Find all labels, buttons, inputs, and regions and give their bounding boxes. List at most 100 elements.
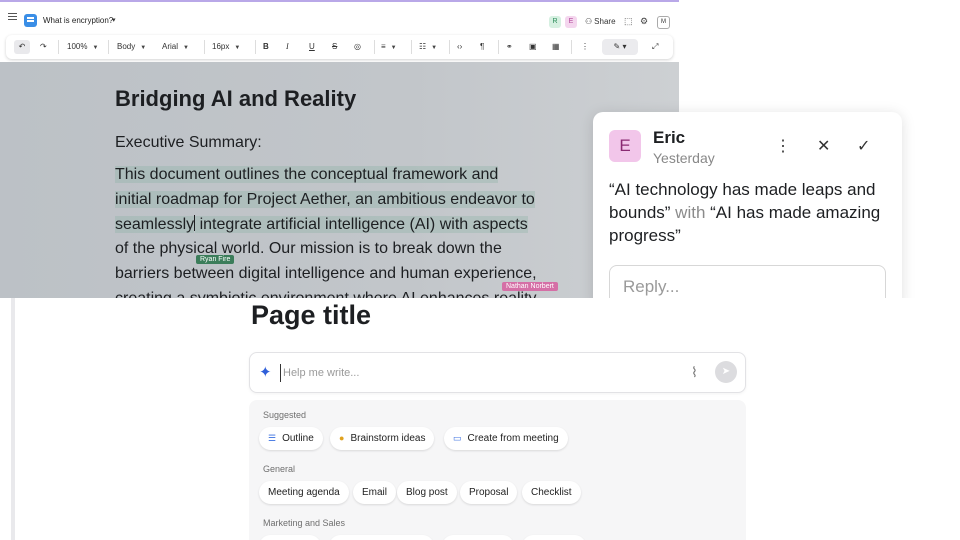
send-icon[interactable]: ➤ [715,361,737,383]
divider [108,40,109,54]
section-label-suggested: Suggested [263,410,307,420]
list-icon[interactable]: ☷ ▼ [419,40,437,54]
divider [411,40,412,54]
bold-icon[interactable]: B [263,40,269,54]
comment-clip: E Eric Yesterday ⋮ ✕ ✓ “AI technology ha… [580,100,920,298]
sparkle-icon: ✦ [259,364,272,381]
chevron-down-icon: ▼ [234,45,241,51]
zoom-select[interactable]: 100% ▼ [67,40,98,54]
pen-icon[interactable]: ✎ ▾ [602,39,638,55]
close-icon[interactable]: ✕ [817,136,830,156]
chip-blog-post[interactable]: Blog post [397,481,457,504]
collaborator-avatar-r[interactable]: R [549,16,561,28]
collaborator-avatar-e[interactable]: E [565,16,577,28]
strikethrough-icon[interactable]: S [332,40,337,54]
link-icon[interactable]: ⚭ [506,40,513,54]
chip-placeholder[interactable] [522,535,586,540]
chip-email[interactable]: Email [353,481,397,504]
style-select[interactable]: Body ▼ [117,40,146,54]
cursor-label-ryan: Ryan Fire [196,255,235,264]
image-icon[interactable]: ▣ [529,40,537,54]
comment-card: E Eric Yesterday ⋮ ✕ ✓ “AI technology ha… [593,112,902,298]
more-icon[interactable]: ⋮ [775,136,791,156]
divider [204,40,205,54]
section-label-marketing: Marketing and Sales [263,518,346,528]
chip-placeholder[interactable] [259,535,321,540]
chip-brainstorm[interactable]: ● Brainstorm ideas [330,427,435,450]
doc-title[interactable]: What is encryption? [43,16,113,25]
divider [58,40,59,54]
zoom-value: 100% [67,42,88,51]
divider [498,40,499,54]
with-word: with [675,203,706,222]
share-button[interactable]: ⚇ Share [585,17,616,26]
user-avatar[interactable]: M [657,16,670,29]
list-icon: ☰ [268,433,277,443]
chip-checklist[interactable]: Checklist [522,481,581,504]
formatting-toolbar: ↶ ↷ 100% ▼ Body ▼ Arial ▼ 16px ▼ B I U S ◎ ≡… [6,35,673,59]
chip-placeholder[interactable] [442,535,514,540]
comment-author: Eric [653,128,686,147]
page-title[interactable]: Page title [251,300,371,331]
code-icon[interactable]: ‹› [457,40,462,54]
para-line: This document outlines the conceptual fr… [115,166,499,183]
gear-icon[interactable]: ⚙ [640,16,648,27]
ai-prompt-box: ✦ ⌇ ➤ [249,352,746,393]
chip-proposal[interactable]: Proposal [460,481,518,504]
doc-icon [24,14,37,27]
avatar: E [609,130,641,162]
style-value: Body [117,42,136,51]
suggestions-panel: Suggested ☰ Outline ● Brainstorm ideas ▭ Cr… [249,400,746,540]
share-icon: ⚇ [585,17,593,26]
lower-page: Page title ✦ ⌇ ➤ Suggested ☰Outline ●Bra… [0,298,960,540]
menu-icon[interactable] [8,13,17,22]
chevron-down-icon: ▼ [140,45,147,51]
chevron-down-icon: ▼ [92,45,99,51]
paperclip-icon[interactable]: ⌇ [691,364,698,381]
table-icon[interactable]: ▦ [552,40,560,54]
para-line: barriers between digital intelligence an… [115,265,537,283]
divider [449,40,450,54]
doc-paragraph[interactable]: This document outlines the conceptual fr… [115,163,567,298]
document-canvas[interactable]: Bridging AI and Reality Executive Summar… [0,62,679,298]
chevron-down-icon: ▼ [183,45,189,51]
redo-icon[interactable]: ↷ [40,40,47,54]
align-icon[interactable]: ≡ ▼ [381,40,397,54]
para-line: seamlessly integrate artificial intellig… [115,214,528,233]
chip-meeting-agenda[interactable]: Meeting agenda [259,481,349,504]
italic-icon[interactable]: I [286,40,289,54]
undo-icon[interactable]: ↶ [14,40,30,54]
paint-icon[interactable]: ◎ [354,40,361,54]
underline-icon[interactable]: U [309,40,315,54]
editor-window: What is encryption? ▾ R E ⚇ Share ⬚ ⚙ M ↶… [0,0,679,298]
broadcast-icon[interactable]: ⬚ [624,16,633,27]
quote-icon[interactable]: ¶ [480,40,484,54]
font-select[interactable]: Arial ▼ [162,40,189,54]
doc-subheading[interactable]: Executive Summary: [115,134,262,152]
reply-input[interactable]: Reply... [609,265,886,298]
para-line: of the physical world. Our mission is to… [115,240,502,258]
font-value: Arial [162,42,179,51]
doc-heading[interactable]: Bridging AI and Reality [115,86,356,112]
cursor-label-nathan: Nathan Norbert [502,282,558,291]
chevron-down-icon[interactable]: ▾ [112,16,116,24]
expand-icon[interactable]: ⤢ [652,40,658,54]
size-select[interactable]: 16px ▼ [212,40,240,54]
more-icon[interactable]: ⋮ [581,40,589,54]
divider [571,40,572,54]
size-value: 16px [212,42,230,51]
para-line: creating a symbiotic environment where A… [115,287,567,298]
calendar-icon: ▭ [453,433,462,443]
divider [374,40,375,54]
left-rail [11,298,15,540]
lightbulb-icon: ● [339,433,345,443]
share-label: Share [594,17,616,26]
ai-prompt-input[interactable] [280,364,670,382]
check-icon[interactable]: ✓ [857,136,870,156]
chip-create-from-meeting[interactable]: ▭ Create from meeting [444,427,568,450]
divider [255,40,256,54]
chip-placeholder[interactable] [329,535,434,540]
chip-outline[interactable]: ☰ Outline [259,427,323,450]
screen: What is encryption? ▾ R E ⚇ Share ⬚ ⚙ M ↶… [0,0,960,540]
section-label-general: General [263,464,296,474]
